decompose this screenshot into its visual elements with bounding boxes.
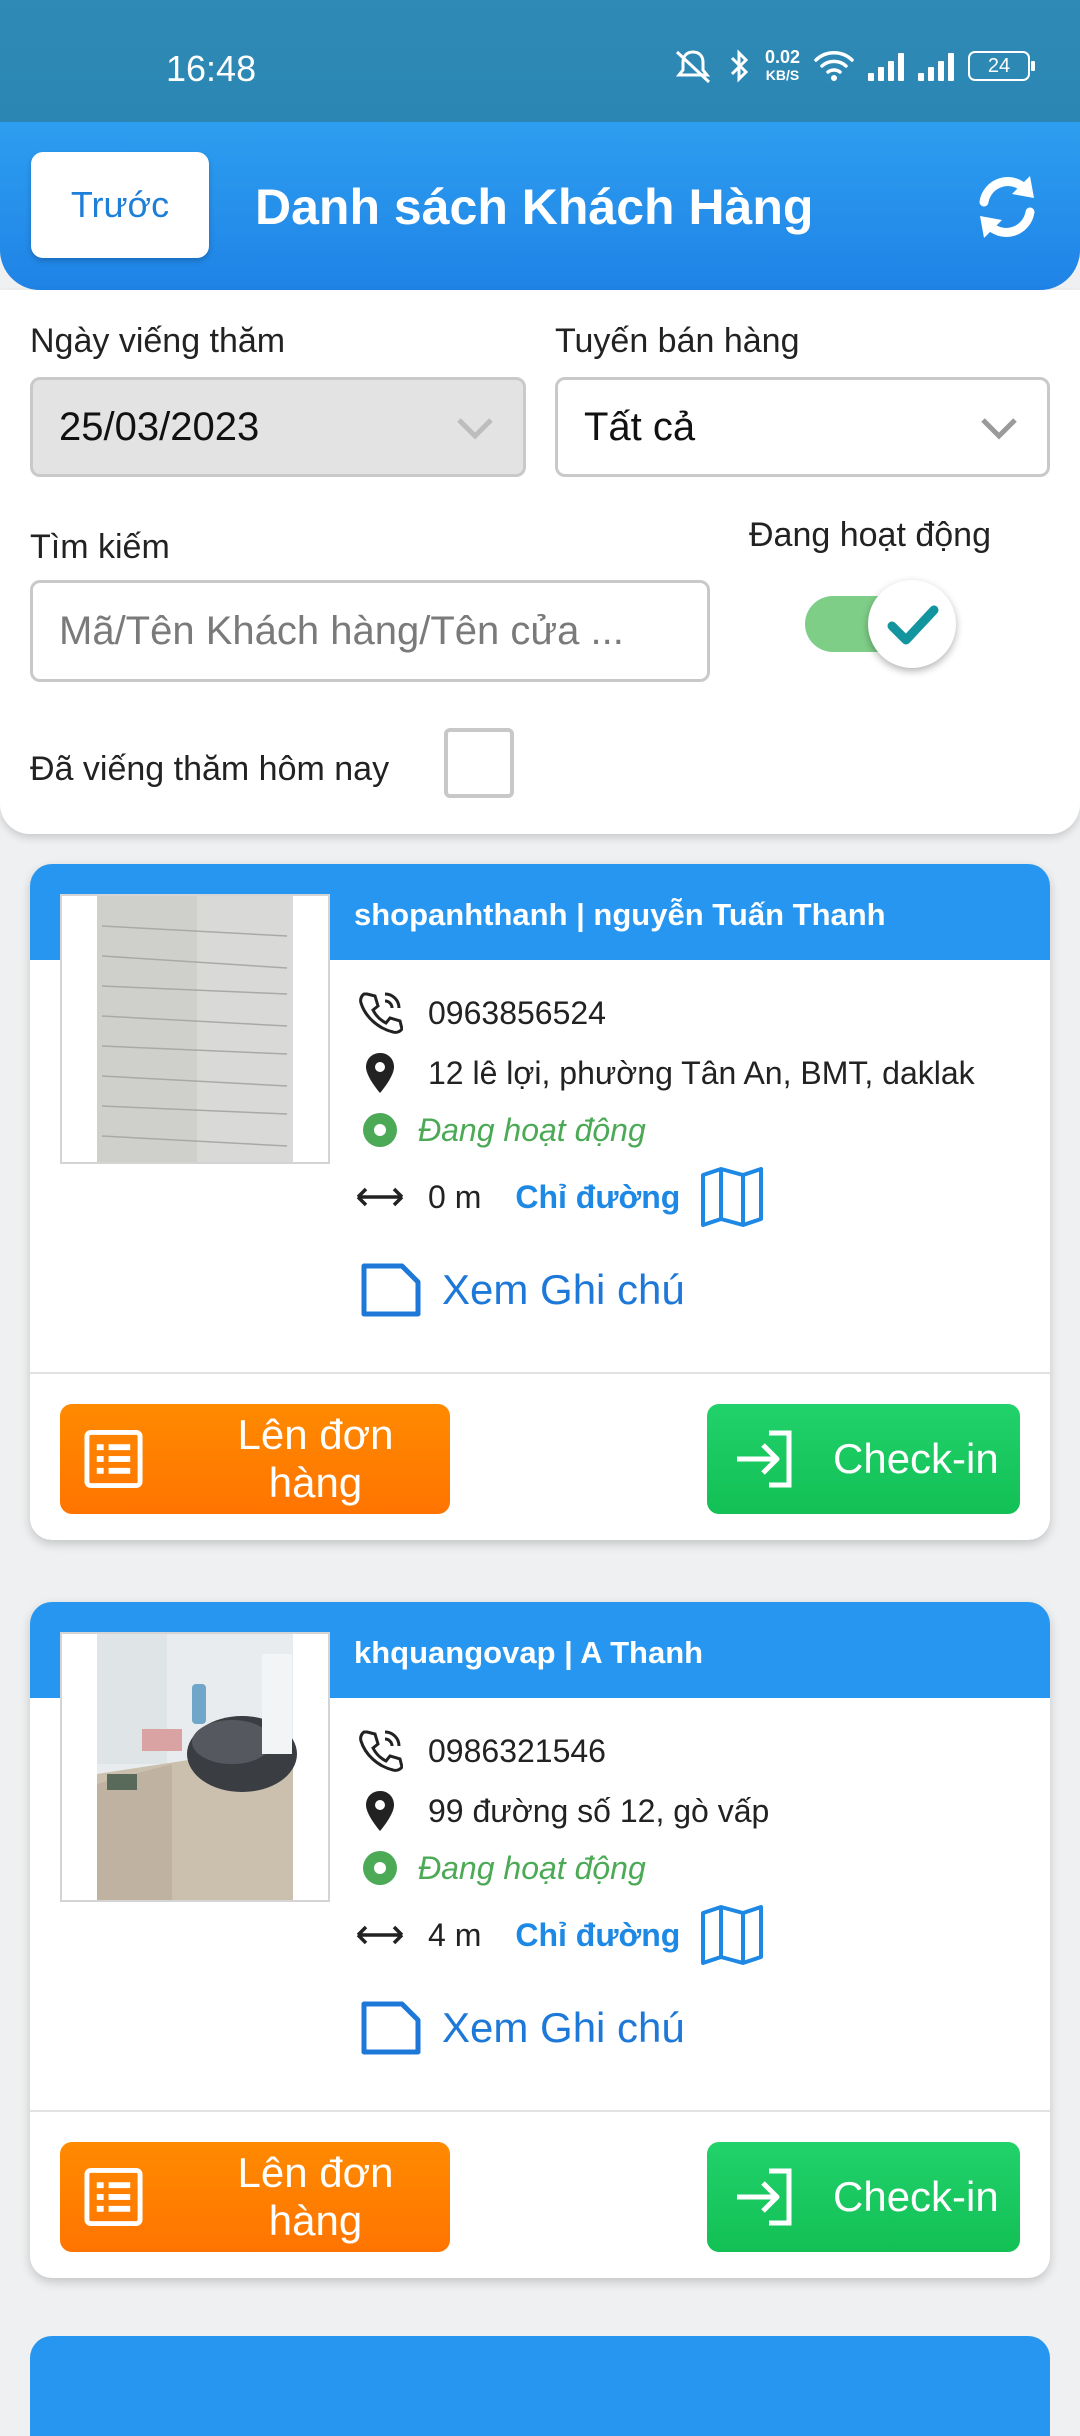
sign-in-icon [737, 1430, 792, 1488]
signal-icon-2 [918, 51, 954, 81]
phone-icon [354, 1727, 406, 1775]
directions-link[interactable]: Chỉ đường [515, 1179, 680, 1216]
customer-card[interactable]: khquangovap | A Thanh 0986321546 99 đườn… [30, 1602, 1050, 2278]
signal-icon [868, 51, 904, 81]
back-button[interactable]: Trước [31, 152, 209, 258]
active-label: Đang hoạt động [749, 516, 991, 554]
phone-number: 0963856524 [428, 994, 606, 1031]
address-row: 99 đường số 12, gò vấp [354, 1787, 769, 1835]
distance-value: 4 m [428, 1916, 482, 1953]
visit-date-value: 25/03/2023 [59, 405, 260, 449]
battery-icon: 24 [968, 51, 1035, 81]
note-icon [361, 1263, 421, 1317]
visit-date-label: Ngày viếng thăm [30, 322, 286, 360]
phone-row[interactable]: 0986321546 [354, 1727, 606, 1775]
route-select[interactable]: Tất cả [555, 377, 1050, 477]
create-order-button[interactable]: Lên đơn hàng [60, 1404, 450, 1514]
create-order-label: Lên đơn hàng [237, 1411, 394, 1506]
phone-row[interactable]: 0963856524 [354, 989, 606, 1037]
chevron-down-icon [981, 418, 1017, 440]
create-order-button[interactable]: Lên đơn hàng [60, 2142, 450, 2252]
check-in-label: Check-in [833, 1435, 999, 1482]
net-speed: 0.02 KB/S [764, 47, 800, 83]
note-icon [361, 2001, 421, 2055]
distance-row: 4 m Chỉ đường [354, 1905, 764, 1965]
status-text: Đang hoạt động [418, 1849, 646, 1886]
map-icon[interactable] [700, 1905, 764, 1965]
status-row: Đang hoạt động [354, 1106, 646, 1154]
location-pin-icon [354, 1787, 406, 1835]
customer-photo[interactable] [60, 1632, 330, 1902]
customer-card[interactable]: shopanhthanh | nguyễn Tuấn Thanh 0963856… [30, 864, 1050, 1540]
customer-name: shopanhthanh | nguyễn Tuấn Thanh [354, 897, 886, 932]
address-text: 99 đường số 12, gò vấp [428, 1792, 770, 1829]
search-label: Tìm kiếm [30, 528, 170, 566]
directions-link[interactable]: Chỉ đường [515, 1917, 680, 1954]
check-icon [887, 605, 939, 645]
visit-date-select[interactable]: 25/03/2023 [30, 377, 526, 477]
address-row: 12 lê lợi, phường Tân An, BMT, daklak [354, 1049, 975, 1097]
view-note-link[interactable]: Xem Ghi chú [360, 1262, 685, 1318]
distance-value: 0 m [428, 1178, 482, 1215]
phone-number: 0986321546 [428, 1732, 606, 1769]
customer-card-partial[interactable] [30, 2336, 1050, 2436]
status-text: Đang hoạt động [418, 1111, 646, 1148]
active-toggle-knob[interactable] [868, 580, 956, 668]
address-text: 12 lê lợi, phường Tân An, BMT, daklak [428, 1054, 975, 1091]
card-divider [30, 1372, 1050, 1374]
route-value: Tất cả [584, 405, 696, 449]
create-order-label: Lên đơn hàng [237, 2149, 394, 2244]
check-in-button[interactable]: Check-in [707, 1404, 1020, 1514]
photo-image [62, 896, 328, 1162]
visited-today-label: Đã viếng thăm hôm nay [30, 750, 390, 788]
bluetooth-icon [730, 49, 749, 83]
wifi-icon [814, 51, 854, 81]
map-icon[interactable] [700, 1167, 764, 1227]
filter-panel: Ngày viếng thăm 25/03/2023 Tuyến bán hàn… [0, 290, 1080, 834]
list-icon [84, 1429, 143, 1489]
status-dot-icon [354, 1844, 406, 1892]
page-title: Danh sách Khách Hàng [255, 179, 814, 235]
status-icons: 0.02 KB/S 24 [671, 47, 1035, 84]
view-note-link[interactable]: Xem Ghi chú [360, 2000, 685, 2056]
customer-name: khquangovap | A Thanh [354, 1635, 704, 1670]
app-header: Trước Danh sách Khách Hàng [0, 122, 1080, 290]
check-in-label: Check-in [833, 2173, 999, 2220]
chevron-down-icon [457, 418, 493, 440]
status-time: 16:48 [166, 48, 257, 89]
status-row: Đang hoạt động [354, 1844, 646, 1892]
distance-row: 0 m Chỉ đường [354, 1167, 764, 1227]
refresh-icon[interactable] [972, 172, 1042, 242]
visited-today-checkbox[interactable] [444, 728, 514, 798]
distance-icon [354, 1911, 406, 1959]
view-note-label: Xem Ghi chú [442, 1266, 685, 1313]
distance-icon [354, 1173, 406, 1221]
list-icon [84, 2167, 143, 2227]
phone-icon [354, 989, 406, 1037]
sign-in-icon [737, 2168, 792, 2226]
route-label: Tuyến bán hàng [555, 322, 800, 360]
customer-photo[interactable] [60, 894, 330, 1164]
search-input[interactable] [30, 580, 710, 682]
view-note-label: Xem Ghi chú [442, 2004, 685, 2051]
photo-image [62, 1634, 328, 1900]
mute-icon [675, 50, 711, 84]
card-divider [30, 2110, 1050, 2112]
location-pin-icon [354, 1049, 406, 1097]
status-dot-icon [354, 1106, 406, 1154]
status-bar: 16:48 0.02 KB/S 24 [0, 0, 1080, 125]
check-in-button[interactable]: Check-in [707, 2142, 1020, 2252]
